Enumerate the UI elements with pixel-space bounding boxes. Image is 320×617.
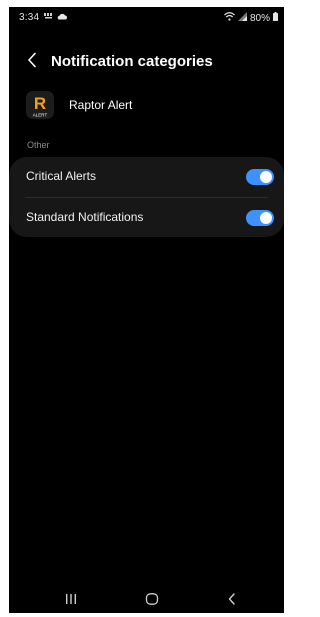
nav-back-button[interactable] [222, 592, 242, 610]
status-time: 3:34 [19, 12, 40, 23]
app-icon-letter: R [34, 94, 46, 113]
app-icon-caption: ALERT [33, 113, 48, 118]
chevron-left-icon [27, 52, 37, 73]
home-icon [145, 592, 159, 610]
toggle-knob [260, 171, 272, 183]
page-title: Notification categories [51, 53, 213, 70]
header: Notification categories [9, 47, 284, 77]
signal-icon [237, 12, 247, 24]
home-button[interactable] [142, 592, 162, 610]
status-right-icons: 80% [224, 12, 278, 24]
app-icon: R ALERT [26, 91, 54, 119]
status-bar: 3:34 80% [9, 7, 284, 29]
standard-notifications-toggle[interactable] [246, 210, 274, 226]
back-icon [227, 592, 237, 610]
toggle-knob [260, 212, 272, 224]
status-left-icons [44, 12, 67, 23]
categories-card: Critical Alerts Standard Notifications [9, 157, 284, 237]
critical-alerts-toggle[interactable] [246, 169, 274, 185]
category-label: Critical Alerts [26, 169, 97, 183]
category-label: Standard Notifications [26, 210, 144, 224]
section-label: Other [27, 140, 50, 150]
data-icon [44, 12, 54, 23]
wifi-icon [224, 12, 235, 24]
phone-screen: 3:34 80% Notification categories R ALERT… [9, 7, 284, 613]
cloud-icon [57, 12, 67, 23]
recents-button[interactable] [61, 592, 81, 610]
battery-percent: 80% [249, 12, 270, 24]
category-row-critical-alerts[interactable]: Critical Alerts [9, 157, 284, 198]
navigation-bar [9, 590, 284, 613]
app-name: Raptor Alert [69, 98, 133, 112]
battery-icon [273, 12, 278, 24]
app-row[interactable]: R ALERT Raptor Alert [26, 91, 266, 119]
recents-icon [64, 592, 78, 610]
back-button[interactable] [21, 51, 43, 73]
category-row-standard-notifications[interactable]: Standard Notifications [9, 198, 284, 238]
